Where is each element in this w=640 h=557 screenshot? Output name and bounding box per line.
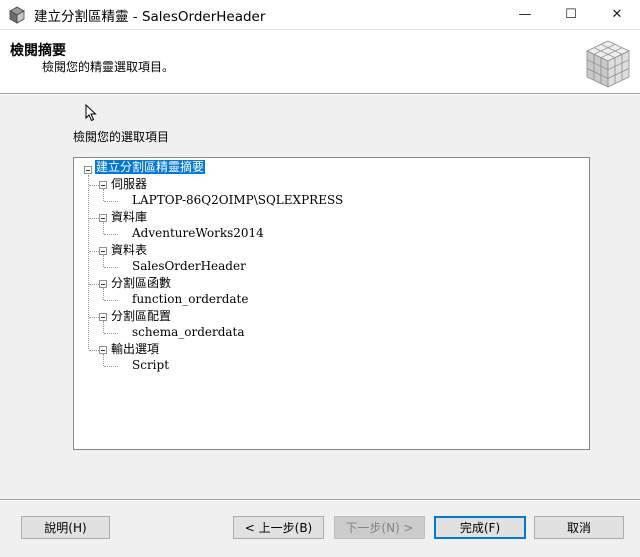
wizard-app-icon xyxy=(8,6,26,24)
tree-group-partition-scheme[interactable]: 分割區配置 xyxy=(111,308,171,324)
help-button[interactable]: 說明(H) xyxy=(21,516,110,539)
tree-connector xyxy=(104,267,118,268)
mouse-cursor-icon xyxy=(85,103,97,125)
collapse-icon[interactable] xyxy=(99,346,107,354)
back-button[interactable]: < 上一步(B) xyxy=(233,516,324,539)
tree-connector xyxy=(103,288,104,300)
tree-leaf-database-value[interactable]: AdventureWorks2014 xyxy=(132,225,264,241)
footer-divider-highlight xyxy=(0,500,640,501)
collapse-icon[interactable] xyxy=(99,181,107,189)
tree-root-node[interactable]: 建立分割區精靈摘要 xyxy=(95,159,206,175)
tree-group-output-options[interactable]: 輸出選項 xyxy=(111,341,159,357)
finish-button[interactable]: 完成(F) xyxy=(434,516,526,539)
tree-connector xyxy=(103,321,104,333)
tree-group-table[interactable]: 資料表 xyxy=(111,242,147,258)
collapse-icon[interactable] xyxy=(99,280,107,288)
collapse-icon[interactable] xyxy=(99,214,107,222)
summary-tree-view[interactable]: 建立分割區精靈摘要 伺服器 LAPTOP-86Q2OIMP\SQLEXPRESS… xyxy=(73,157,590,450)
tree-leaf-table-value[interactable]: SalesOrderHeader xyxy=(132,258,246,274)
cube-grid-icon xyxy=(582,38,634,90)
tree-leaf-server-value[interactable]: LAPTOP-86Q2OIMP\SQLEXPRESS xyxy=(132,192,343,208)
tree-trunk-line xyxy=(88,175,89,349)
cancel-button[interactable]: 取消 xyxy=(534,516,624,539)
tree-connector xyxy=(89,350,99,351)
tree-connector xyxy=(103,189,104,201)
tree-group-database[interactable]: 資料庫 xyxy=(111,209,147,225)
tree-connector xyxy=(104,333,118,334)
title-bar: 建立分割區精靈 - SalesOrderHeader — ☐ ✕ xyxy=(0,0,640,29)
maximize-icon: ☐ xyxy=(565,7,577,22)
tree-root-label: 建立分割區精靈摘要 xyxy=(95,160,206,174)
close-button[interactable]: ✕ xyxy=(594,0,640,29)
tree-connector xyxy=(103,255,104,267)
minimize-icon: — xyxy=(518,7,532,22)
tree-leaf-partition-scheme-value[interactable]: schema_orderdata xyxy=(132,324,245,340)
collapse-icon[interactable] xyxy=(84,166,92,174)
wizard-header: 檢閱摘要 檢閱您的精靈選取項目。 xyxy=(0,29,640,94)
tree-group-server[interactable]: 伺服器 xyxy=(111,176,147,192)
collapse-icon[interactable] xyxy=(99,313,107,321)
tree-connector xyxy=(89,284,99,285)
maximize-button[interactable]: ☐ xyxy=(548,0,594,29)
tree-connector xyxy=(104,300,118,301)
tree-leaf-partition-function-value[interactable]: function_orderdate xyxy=(132,291,248,307)
page-title: 檢閱摘要 xyxy=(10,43,66,59)
page-subtitle: 檢閱您的精靈選取項目。 xyxy=(42,60,175,74)
next-button[interactable]: 下一步(N) > xyxy=(334,516,425,539)
tree-group-partition-function[interactable]: 分割區函數 xyxy=(111,275,171,291)
tree-connector xyxy=(103,222,104,234)
close-icon: ✕ xyxy=(611,7,623,22)
tree-connector xyxy=(89,251,99,252)
tree-connector xyxy=(103,354,104,366)
selections-label: 檢閱您的選取項目 xyxy=(73,130,170,144)
minimize-button[interactable]: — xyxy=(502,0,548,29)
tree-leaf-output-options-value[interactable]: Script xyxy=(132,357,169,373)
tree-connector xyxy=(104,366,118,367)
collapse-icon[interactable] xyxy=(99,247,107,255)
tree-connector xyxy=(89,185,99,186)
tree-connector xyxy=(104,234,118,235)
tree-connector xyxy=(89,218,99,219)
tree-connector xyxy=(89,317,99,318)
window-title: 建立分割區精靈 - SalesOrderHeader xyxy=(34,9,266,25)
header-divider-highlight xyxy=(0,94,640,95)
tree-connector xyxy=(104,201,118,202)
